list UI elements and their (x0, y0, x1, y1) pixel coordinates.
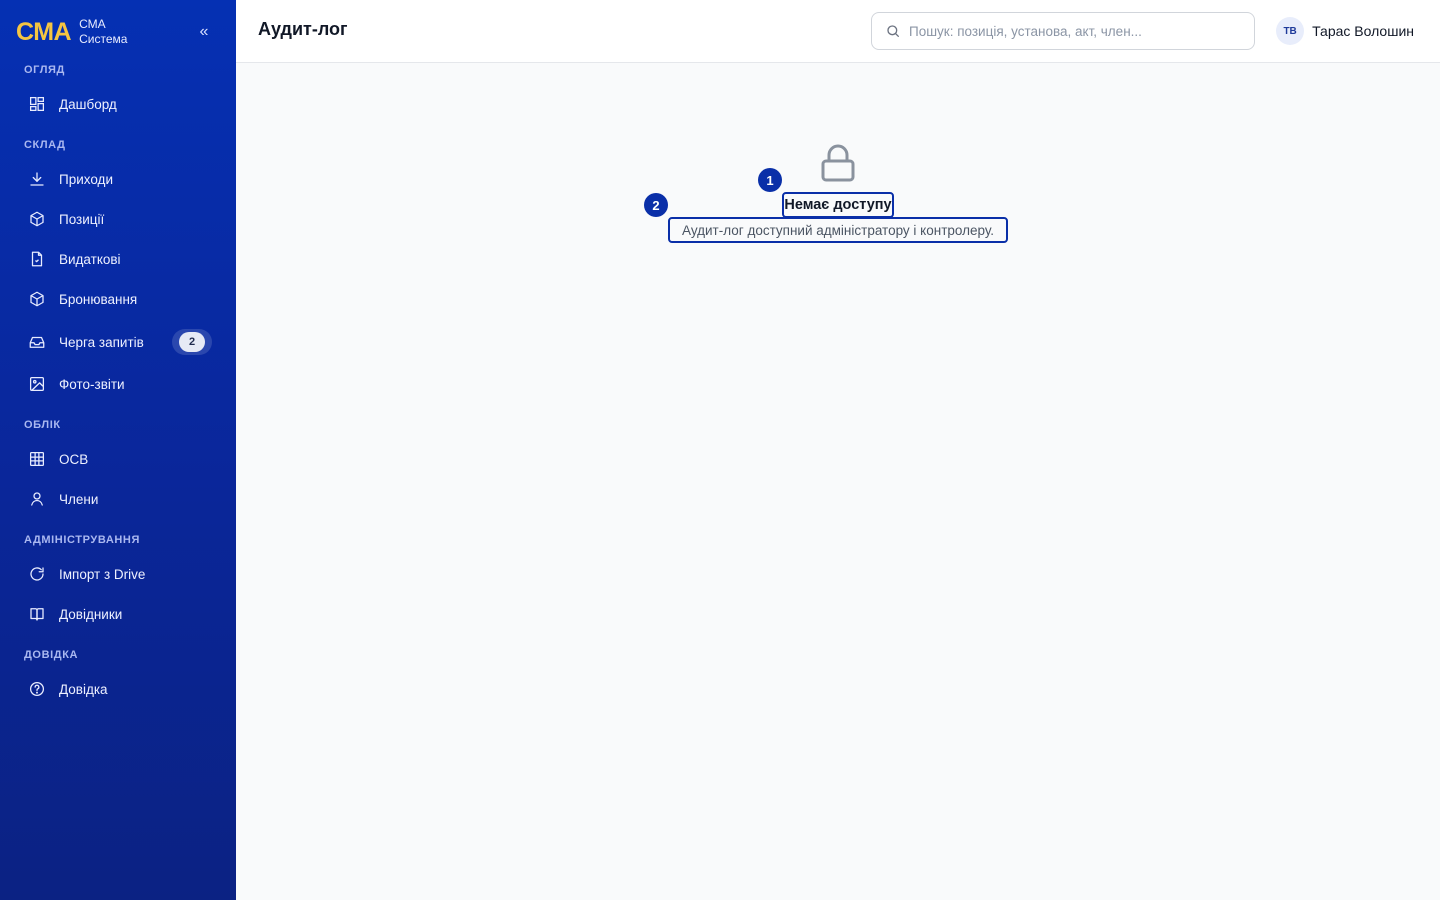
queue-count-badge: 2 (172, 329, 212, 355)
top-header: Аудит-лог ТВ Тарас Волошин (236, 0, 1440, 63)
sidebar-item-import-drive[interactable]: Імпорт з Drive (16, 556, 220, 592)
user-icon (28, 490, 46, 508)
sidebar-item-positions[interactable]: Позиції (16, 201, 220, 237)
sidebar-item-booking[interactable]: Бронювання (16, 281, 220, 317)
section-label-administration: Адміністрування (24, 534, 140, 546)
sidebar-item-osv[interactable]: ОСВ (16, 441, 220, 477)
section-label-overview: Огляд (24, 64, 65, 76)
sidebar-item-label: Члени (59, 491, 99, 507)
page-title: Аудит-лог (258, 19, 348, 39)
user-name: Тарас Волошин (1312, 23, 1414, 39)
sidebar-item-label: Довідники (59, 606, 123, 622)
sidebar-item-label: Приходи (59, 171, 113, 187)
sidebar-item-dashboard[interactable]: Дашборд (16, 86, 220, 122)
search-box[interactable] (871, 12, 1255, 50)
sidebar-item-label: Бронювання (59, 291, 138, 307)
brand-line-2: Система (79, 32, 128, 46)
brand-line-1: СМА (79, 17, 106, 31)
box-icon (28, 210, 46, 228)
search-icon (885, 23, 901, 39)
sidebar-item-expenses[interactable]: Видаткові (16, 241, 220, 277)
section-label-warehouse: Склад (24, 139, 66, 151)
search-input[interactable] (909, 23, 1239, 39)
document-icon (28, 250, 46, 268)
annotation-marker-2: 2 (644, 193, 668, 217)
image-icon (28, 375, 46, 393)
download-icon (28, 170, 46, 188)
sidebar-item-members[interactable]: Члени (16, 481, 220, 517)
sidebar-item-receipts[interactable]: Приходи (16, 161, 220, 197)
brand-text: СМА Система (79, 17, 127, 47)
box-icon (28, 290, 46, 308)
sidebar: СМА СМА Система « Огляд Дашборд Склад Пр… (0, 0, 236, 900)
brand[interactable]: СМА СМА Система (16, 15, 127, 49)
section-label-help: Довідка (24, 649, 79, 661)
sidebar-item-label: Імпорт з Drive (59, 566, 146, 582)
sidebar-item-label: Черга запитів (59, 334, 144, 350)
sidebar-item-label: Дашборд (59, 96, 117, 112)
sidebar-item-photo-reports[interactable]: Фото-звіти (16, 366, 220, 402)
sidebar-item-label: Довідка (59, 681, 108, 697)
sidebar-item-help[interactable]: Довідка (16, 671, 220, 707)
collapse-sidebar-button[interactable]: « (192, 20, 216, 44)
section-label-accounting: Облік (24, 419, 61, 431)
table-icon (28, 450, 46, 468)
sidebar-item-label: Фото-звіти (59, 376, 125, 392)
sidebar-item-directories[interactable]: Довідники (16, 596, 220, 632)
no-access-title: Немає доступу (782, 192, 894, 218)
refresh-icon (28, 565, 46, 583)
user-menu[interactable]: ТВ Тарас Волошин (1276, 17, 1414, 45)
lock-icon (818, 142, 858, 184)
book-icon (28, 605, 46, 623)
sidebar-item-label: Видаткові (59, 251, 121, 267)
sidebar-item-label: ОСВ (59, 451, 89, 467)
sidebar-item-label: Позиції (59, 211, 105, 227)
annotation-marker-1: 1 (758, 168, 782, 192)
help-icon (28, 680, 46, 698)
no-access-description: Аудит-лог доступний адміністратору і кон… (668, 217, 1008, 243)
avatar: ТВ (1276, 17, 1305, 45)
inbox-icon (28, 333, 46, 351)
brand-logo: СМА (16, 17, 72, 46)
chevrons-left-icon: « (199, 23, 209, 40)
sidebar-item-request-queue[interactable]: Черга запитів 2 (16, 324, 220, 360)
badge-count: 2 (179, 332, 205, 352)
dashboard-icon (28, 95, 46, 113)
